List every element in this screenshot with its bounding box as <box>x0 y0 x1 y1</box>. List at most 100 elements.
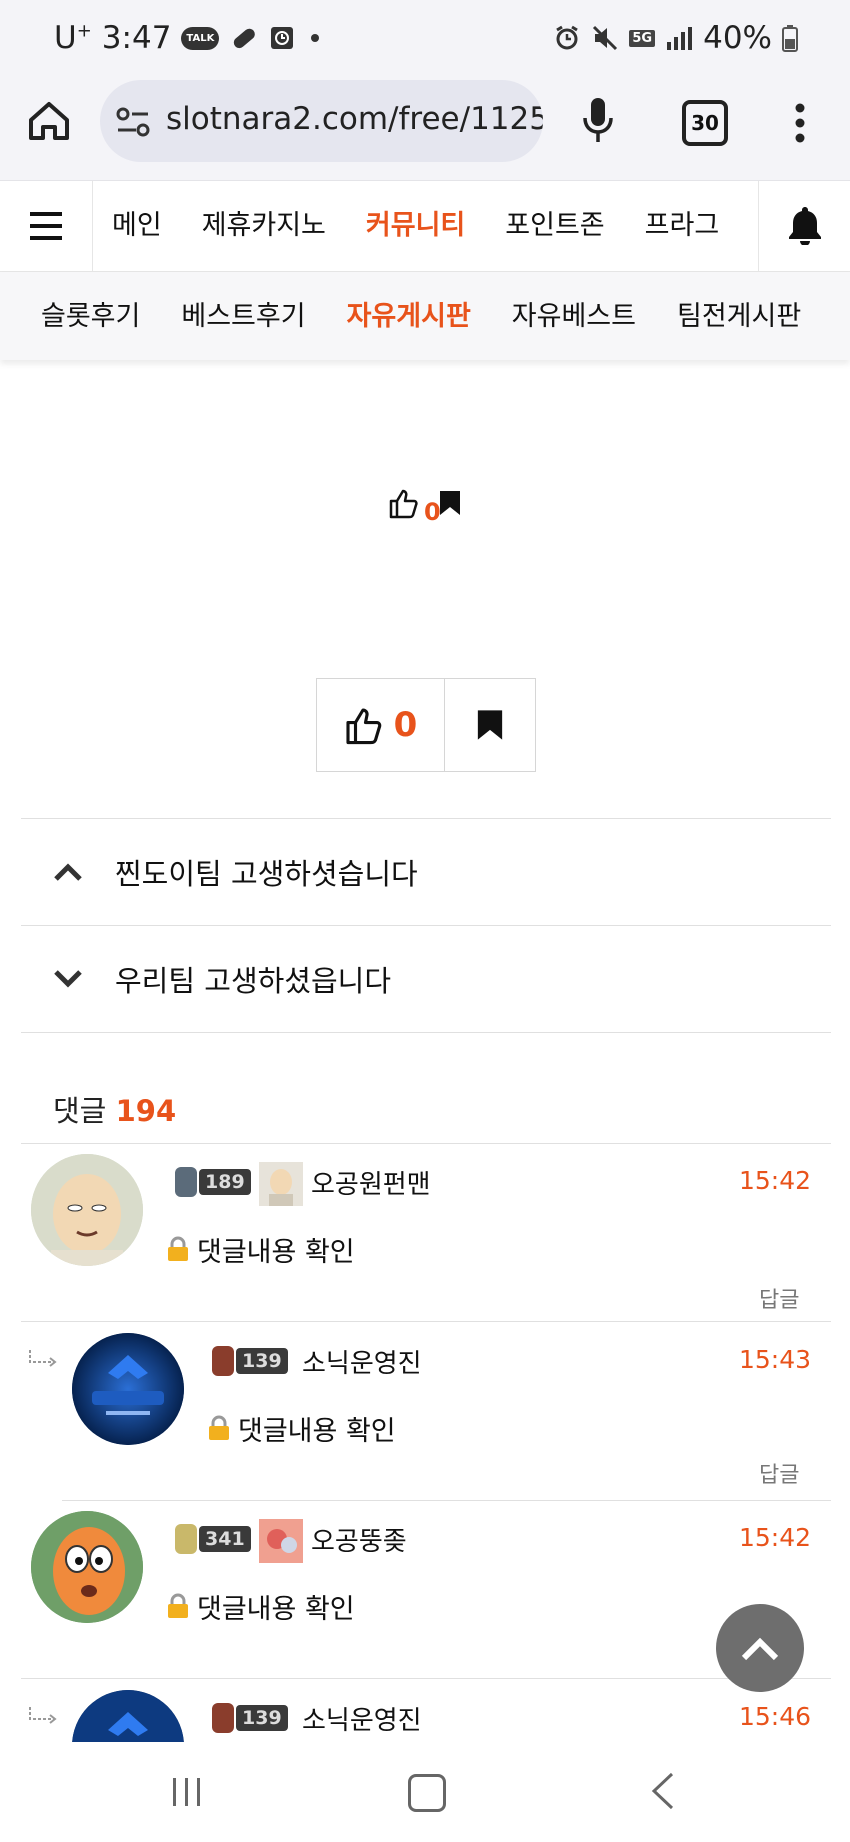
address-bar[interactable]: slotnara2.com/free/11255 <box>100 80 543 162</box>
battery-percent: 40% <box>703 20 772 56</box>
primary-nav: 메인 제휴카지노 커뮤니티 포인트존 프라그 <box>0 181 850 272</box>
bookmark-icon[interactable] <box>438 489 462 517</box>
carrier-text: U <box>54 20 77 56</box>
bell-icon <box>789 207 821 245</box>
nav-item-community[interactable]: 커뮤니티 <box>366 181 465 271</box>
avatar[interactable] <box>72 1333 184 1445</box>
prev-post-link[interactable]: 찐도이팀 고생하셧습니다 <box>21 819 831 926</box>
comment-item: 189 오공원펀맨 15:42 댓글내용 확인 답글 <box>21 1144 831 1322</box>
chevron-down-icon <box>54 970 82 988</box>
level-icon <box>212 1703 234 1733</box>
subnav-item-best-review[interactable]: 베스트후기 <box>181 272 305 360</box>
alarm-icon <box>556 25 579 50</box>
network-label: 5G <box>629 29 656 47</box>
level-badge: 139 <box>212 1343 288 1379</box>
like-button[interactable]: 0 <box>317 679 445 771</box>
home-icon[interactable] <box>26 98 72 144</box>
comment-body[interactable]: 댓글내용 확인 <box>197 1230 355 1269</box>
avatar[interactable] <box>31 1511 143 1623</box>
subnav-item-slot-review[interactable]: 슬롯후기 <box>41 272 140 360</box>
battery-icon <box>782 25 798 52</box>
level-icon <box>212 1346 234 1376</box>
mute-icon <box>593 25 618 51</box>
comment-item: 341 오공뚱좆 15:42 댓글내용 확인 답글 <box>21 1501 831 1679</box>
level-number: 341 <box>199 1526 251 1552</box>
comment-item-reply: 139 소닉운영진 15:43 댓글내용 확인 답글 <box>62 1323 831 1501</box>
recent-apps-icon[interactable] <box>170 1776 204 1808</box>
hamburger-icon[interactable] <box>0 181 93 271</box>
comment-body[interactable]: 댓글내용 확인 <box>197 1587 355 1626</box>
username[interactable]: 오공뚱좆 <box>311 1521 407 1558</box>
user-thumbnail <box>259 1519 303 1563</box>
clock-app-icon <box>271 27 294 49</box>
notification-dot-icon <box>311 34 320 42</box>
comments-header: 댓글 194 <box>53 1088 176 1130</box>
username[interactable]: 소닉운영진 <box>302 1700 422 1737</box>
carrier-sup: + <box>76 20 92 42</box>
comment-item-reply: 139 소닉운영진 15:46 <box>62 1680 831 1742</box>
reply-button[interactable]: 답글 <box>759 1457 799 1489</box>
level-badge: 189 <box>175 1164 251 1200</box>
comment-time: 15:46 <box>739 1702 812 1731</box>
subnav-item-free-board[interactable]: 자유게시판 <box>347 272 471 360</box>
comment-time: 15:42 <box>739 1166 812 1195</box>
mic-icon[interactable] <box>580 96 616 146</box>
next-post-link[interactable]: 우리팀 고생하셨읍니다 <box>21 926 831 1033</box>
comments-label: 댓글 <box>53 1094 107 1128</box>
mini-like-count: 0 <box>424 498 441 526</box>
lock-icon <box>168 1236 188 1261</box>
reply-button[interactable]: 답글 <box>759 1282 799 1314</box>
comment-time: 15:42 <box>739 1523 812 1552</box>
comment-body[interactable]: 댓글내용 확인 <box>238 1409 396 1448</box>
back-icon[interactable] <box>650 1772 676 1810</box>
lock-icon <box>209 1415 229 1440</box>
level-number: 189 <box>199 1169 251 1195</box>
status-bar: U+ 3:47 TALK 5G 40% <box>0 0 850 80</box>
bookmark-button[interactable] <box>445 679 535 771</box>
recommend-box: 0 <box>316 678 536 772</box>
talk-icon: TALK <box>181 26 220 50</box>
scroll-top-button[interactable] <box>716 1604 804 1692</box>
level-icon <box>175 1167 197 1197</box>
secondary-nav: 슬롯후기 베스트후기 자유게시판 자유베스트 팀전게시판 <box>0 272 850 360</box>
signal-icon <box>667 27 693 50</box>
thumbs-up-icon <box>346 708 381 745</box>
level-number: 139 <box>236 1348 288 1374</box>
nav-item-pragmatic[interactable]: 프라그 <box>645 181 720 271</box>
home-nav-icon[interactable] <box>408 1774 446 1812</box>
like-count: 0 <box>393 705 418 745</box>
comment-time: 15:43 <box>739 1345 812 1374</box>
browser-toolbar: slotnara2.com/free/11255 30 <box>0 80 850 181</box>
scroll-top-icon <box>741 1637 779 1661</box>
user-thumbnail <box>259 1162 303 1206</box>
thumbs-up-icon[interactable] <box>388 487 418 519</box>
more-menu-icon[interactable] <box>790 100 810 146</box>
url-text[interactable]: slotnara2.com/free/11255 <box>166 101 543 137</box>
chevron-up-icon <box>54 863 82 881</box>
bookmark-icon <box>477 710 503 740</box>
subnav-item-team-board[interactable]: 팀전게시판 <box>677 272 801 360</box>
tabs-icon[interactable]: 30 <box>682 100 728 146</box>
subnav-item-free-best[interactable]: 자유베스트 <box>512 272 636 360</box>
username[interactable]: 오공원펀맨 <box>311 1164 431 1201</box>
site-info-icon[interactable] <box>116 106 150 138</box>
avatar[interactable] <box>72 1690 184 1742</box>
nav-item-partner-casino[interactable]: 제휴카지노 <box>202 181 326 271</box>
system-nav-bar <box>0 1742 850 1842</box>
next-post-title[interactable]: 우리팀 고생하셨읍니다 <box>115 958 391 1000</box>
lock-icon <box>168 1593 188 1618</box>
clock: 3:47 <box>101 20 172 56</box>
level-icon <box>175 1524 197 1554</box>
carrier-label: U+ <box>54 20 92 56</box>
prev-post-title[interactable]: 찐도이팀 고생하셧습니다 <box>115 851 418 893</box>
comments-count: 194 <box>115 1094 177 1128</box>
avatar[interactable] <box>31 1154 143 1266</box>
primary-nav-items: 메인 제휴카지노 커뮤니티 포인트존 프라그 <box>92 181 757 271</box>
level-number: 139 <box>236 1705 288 1731</box>
nav-item-point-zone[interactable]: 포인트존 <box>505 181 604 271</box>
nav-item-main[interactable]: 메인 <box>112 181 162 271</box>
prev-next-list: 찐도이팀 고생하셧습니다 우리팀 고생하셨읍니다 <box>21 818 831 1033</box>
username[interactable]: 소닉운영진 <box>302 1343 422 1380</box>
reply-arrow-icon <box>29 1350 57 1367</box>
notification-button[interactable] <box>758 181 850 271</box>
